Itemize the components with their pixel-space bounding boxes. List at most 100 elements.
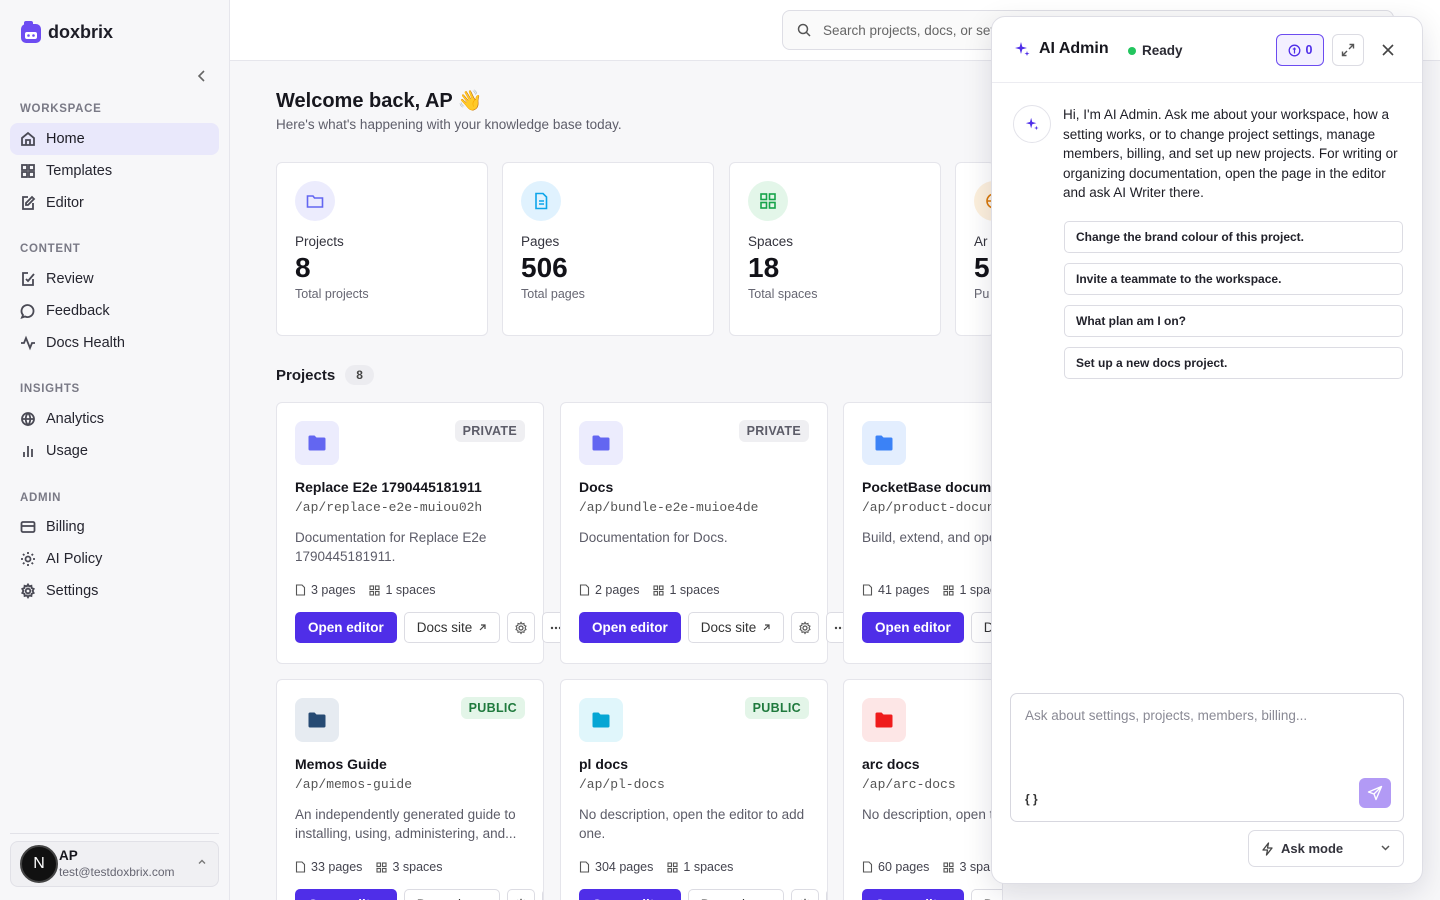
- external-link-icon: [763, 624, 770, 631]
- chevron-down-icon: [1381, 845, 1390, 851]
- sidebar-item-label: Editor: [46, 195, 84, 211]
- project-card[interactable]: PocketBase docume /ap/product-docun Buil…: [843, 402, 1003, 664]
- section-title-admin: ADMIN: [20, 492, 62, 504]
- bar-chart-icon: [23, 446, 33, 457]
- sidebar-item-docs-health[interactable]: Docs Health: [10, 327, 219, 359]
- project-description: An independently generated guide to inst…: [295, 807, 517, 841]
- docs-site-button[interactable]: Docs site: [403, 612, 501, 643]
- space-count-label: 3 spa: [959, 860, 991, 874]
- open-editor-button[interactable]: Open editor: [295, 612, 397, 643]
- project-name[interactable]: pl docs: [579, 756, 628, 772]
- expand-panel-button[interactable]: [1332, 34, 1364, 66]
- project-card[interactable]: PRIVATE Docs /ap/bundle-e2e-muioe4de Doc…: [560, 402, 855, 664]
- close-panel-button[interactable]: [1374, 34, 1402, 66]
- open-editor-button[interactable]: Open editor: [295, 889, 397, 900]
- open-editor-label: Open editor: [592, 620, 668, 635]
- space-count-label: 1 spaces: [683, 860, 734, 874]
- folder-icon: [579, 421, 623, 465]
- page-count: 3 pages: [295, 583, 355, 597]
- sidebar-item-editor[interactable]: Editor: [10, 187, 219, 219]
- docs-site-button[interactable]: Docs site: [403, 889, 501, 900]
- visibility-badge: PUBLIC: [460, 697, 525, 719]
- folder-icon: [295, 698, 339, 742]
- stat-card-pages[interactable]: Pages 506 Total pages: [502, 162, 714, 336]
- project-name[interactable]: PocketBase docume: [862, 479, 999, 495]
- project-settings-button[interactable]: [507, 889, 536, 900]
- page-count: 304 pages: [579, 860, 653, 874]
- collapse-sidebar-button[interactable]: [192, 66, 212, 86]
- send-button[interactable]: [1359, 778, 1391, 808]
- sidebar-item-home[interactable]: Home: [10, 123, 219, 155]
- stat-value: 18: [748, 252, 780, 283]
- grid-icon: [369, 584, 381, 596]
- suggestion-chip[interactable]: What plan am I on?: [1064, 305, 1403, 337]
- open-editor-label: Open editor: [875, 620, 951, 635]
- open-editor-button[interactable]: Open editor: [579, 612, 681, 643]
- assistant-message: Hi, I'm AI Admin. Ask me about your work…: [1063, 107, 1398, 200]
- stat-sub: Total spaces: [748, 287, 818, 301]
- sidebar-item-label: Home: [46, 131, 85, 147]
- sidebar-item-ai-policy[interactable]: AI Policy: [10, 543, 219, 575]
- sidebar-item-analytics[interactable]: Analytics: [10, 403, 219, 435]
- sidebar-item-templates[interactable]: Templates: [10, 155, 219, 187]
- project-card[interactable]: arc docs /ap/arc-docs No description, op…: [843, 679, 1003, 900]
- docs-site-button[interactable]: Do: [970, 889, 1002, 900]
- project-card[interactable]: PUBLIC pl docs /ap/pl-docs No descriptio…: [560, 679, 828, 900]
- stat-sub: Total pages: [521, 287, 585, 301]
- sidebar-item-settings[interactable]: Settings: [10, 575, 219, 607]
- project-name[interactable]: Replace E2e 1790445181911: [295, 479, 482, 495]
- docs-site-label: Docs site: [700, 620, 757, 635]
- sparkle-icon: [1025, 117, 1039, 131]
- project-card[interactable]: PUBLIC Memos Guide /ap/memos-guide An in…: [276, 679, 544, 900]
- project-settings-button[interactable]: [791, 612, 820, 643]
- status-dot: [1128, 46, 1136, 55]
- project-description: No description, open the editor to add o…: [579, 807, 805, 841]
- projects-header: Projects 8: [276, 365, 374, 385]
- project-name[interactable]: Docs: [579, 479, 613, 495]
- user-menu[interactable]: N AP test@testdoxbrix.com: [10, 841, 219, 887]
- page-icon: [579, 584, 590, 596]
- sidebar-item-billing[interactable]: Billing: [10, 511, 219, 543]
- more-options-button[interactable]: [826, 889, 827, 900]
- external-link-icon: [479, 624, 486, 631]
- send-icon: [1367, 785, 1383, 801]
- brand-logo[interactable]: doxbrix: [20, 20, 113, 44]
- sidebar-item-review[interactable]: Review: [10, 263, 219, 295]
- project-name[interactable]: Memos Guide: [295, 756, 387, 772]
- context-button[interactable]: { }: [1025, 792, 1038, 806]
- mode-select[interactable]: Ask mode: [1248, 830, 1404, 867]
- page-subtitle: Here's what's happening with your knowle…: [276, 117, 622, 132]
- card-actions: Open editor Do: [862, 889, 1002, 900]
- docs-site-button[interactable]: Docs site: [687, 612, 785, 643]
- open-editor-button[interactable]: Open editor: [862, 889, 964, 900]
- page-count-label: 3 pages: [311, 583, 356, 597]
- stat-card-spaces[interactable]: Spaces 18 Total spaces: [729, 162, 941, 336]
- page-count: 60 pages: [862, 860, 929, 874]
- avatar: N: [20, 845, 58, 883]
- project-name[interactable]: arc docs: [862, 756, 920, 772]
- docs-site-button[interactable]: Docs site: [687, 889, 785, 900]
- stat-value: 506: [521, 252, 568, 283]
- message-input[interactable]: [1011, 694, 1403, 774]
- page-icon: [295, 584, 306, 596]
- project-settings-button[interactable]: [791, 889, 820, 900]
- open-editor-button[interactable]: Open editor: [579, 889, 681, 900]
- suggestion-chip[interactable]: Invite a teammate to the workspace.: [1064, 263, 1403, 295]
- project-card[interactable]: PRIVATE Replace E2e 1790445181911 /ap/re…: [276, 402, 571, 664]
- sidebar-item-feedback[interactable]: Feedback: [10, 295, 219, 327]
- suggestion-chip[interactable]: Set up a new docs project.: [1064, 347, 1403, 379]
- stat-card-articles[interactable]: Ar 5 Pu: [955, 162, 995, 336]
- page-icon: [295, 861, 306, 873]
- more-options-button[interactable]: [542, 889, 543, 900]
- folder-icon: [862, 421, 906, 465]
- stat-sub: Total projects: [295, 287, 369, 301]
- sidebar-item-label: Billing: [46, 519, 85, 535]
- credits-button[interactable]: 0: [1276, 34, 1324, 66]
- sidebar-item-usage[interactable]: Usage: [10, 435, 219, 467]
- stat-card-projects[interactable]: Projects 8 Total projects: [276, 162, 488, 336]
- open-editor-button[interactable]: Open editor: [862, 612, 964, 643]
- sidebar-item-label: Feedback: [46, 303, 110, 319]
- space-count: 1 spaces: [667, 860, 733, 874]
- project-settings-button[interactable]: [507, 612, 536, 643]
- suggestion-chip[interactable]: Change the brand colour of this project.: [1064, 221, 1403, 253]
